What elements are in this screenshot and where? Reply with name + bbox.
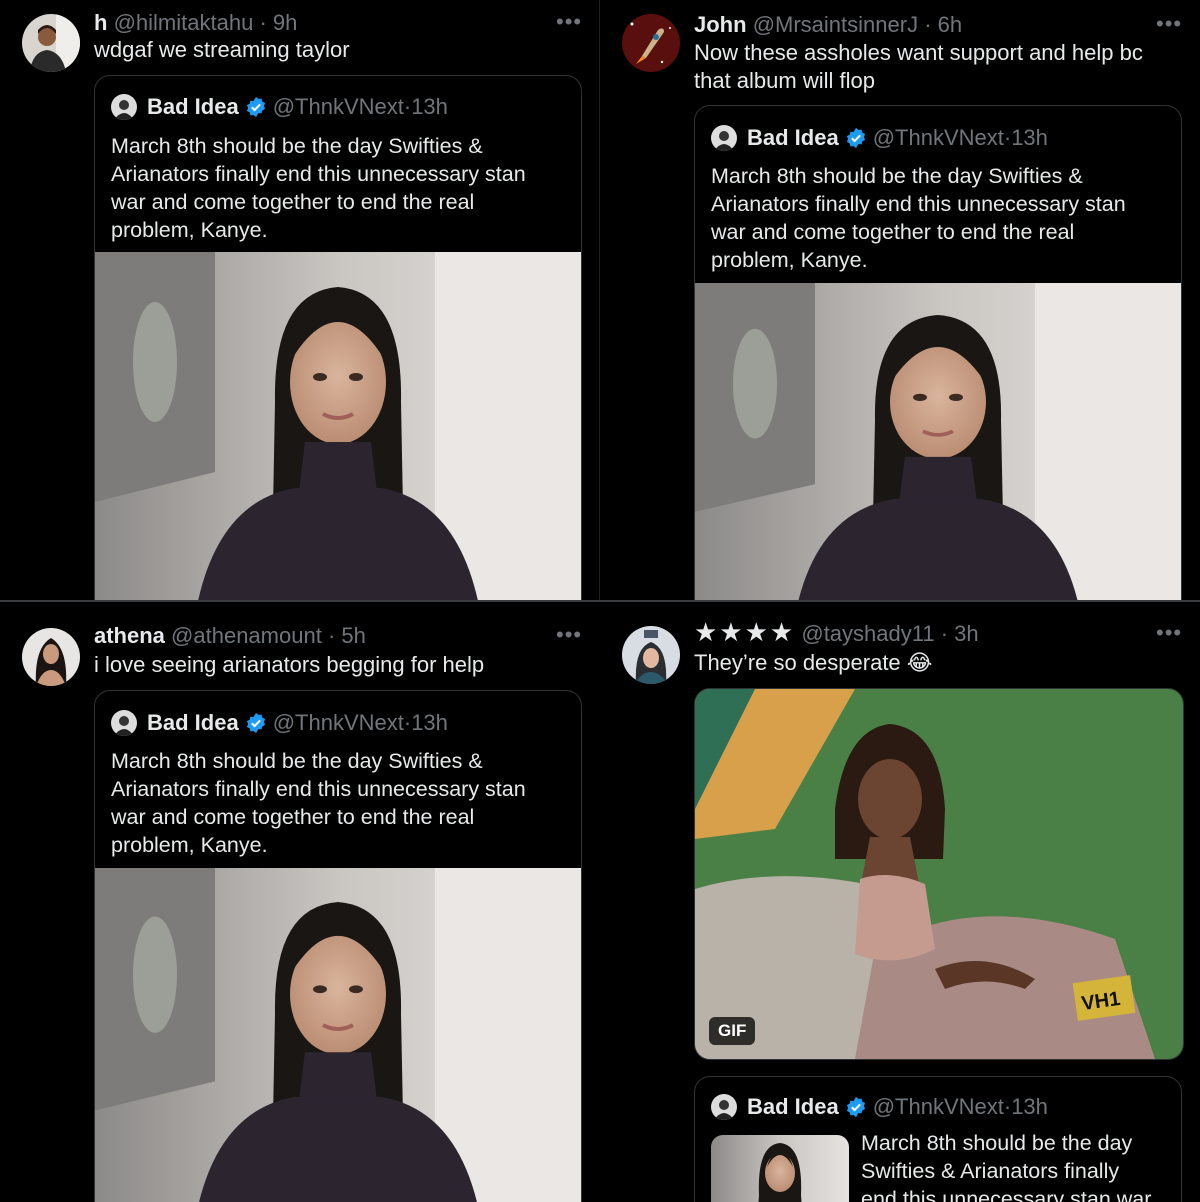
- quoted-display-name[interactable]: Bad Idea: [147, 710, 239, 736]
- more-options-icon[interactable]: •••: [1156, 622, 1182, 644]
- tweet-header: John @MrsaintsinnerJ · 6h: [694, 12, 962, 38]
- tweet-header: athena @athenamount · 5h: [94, 623, 366, 649]
- quoted-user-handle[interactable]: @ThnkVNext: [273, 94, 404, 120]
- quoted-text-line: Swifties & Arianators finally: [861, 1159, 1120, 1183]
- timestamp[interactable]: 9h: [273, 10, 297, 35]
- quoted-user-handle[interactable]: @ThnkVNext: [873, 125, 1004, 151]
- quoted-timestamp[interactable]: 13h: [1011, 125, 1048, 151]
- verified-badge-icon: [246, 96, 265, 118]
- quoted-tweet-header: Bad Idea @ThnkVNext · 13h: [111, 710, 448, 736]
- quoted-avatar-photo-icon: [111, 710, 137, 736]
- tweet-header: h @hilmitaktahu · 9h: [94, 10, 297, 36]
- portrait-thumbnail-icon: [711, 1135, 849, 1202]
- separator-dot: ·: [403, 94, 412, 119]
- display-name[interactable]: h: [94, 10, 107, 35]
- avatar[interactable]: [622, 626, 680, 684]
- display-name[interactable]: athena: [94, 623, 165, 648]
- avatar-photo-icon: [622, 626, 680, 684]
- quoted-tweet-image[interactable]: [95, 252, 581, 600]
- display-name[interactable]: ★★★★: [694, 617, 795, 647]
- separator-dot: ·: [403, 710, 412, 735]
- verified-badge-icon: [846, 127, 865, 149]
- quoted-avatar-photo-icon: [711, 125, 737, 151]
- portrait-photo-icon: [695, 283, 1181, 600]
- quoted-tweet[interactable]: Bad Idea @ThnkVNext · 13h March 8th shou…: [694, 105, 1182, 600]
- verified-badge-icon: [846, 1096, 865, 1118]
- tweet-panel-top-right: John @MrsaintsinnerJ · 6h ••• Now these …: [600, 0, 1200, 600]
- avatar-photo-icon: [22, 628, 80, 686]
- quoted-tweet-text: March 8th should be the day Swifties & A…: [111, 749, 526, 857]
- rocket-avatar-icon: [622, 14, 680, 72]
- tweet-text: They’re so desperate 😂: [694, 650, 933, 675]
- separator-dot: ·: [259, 10, 267, 35]
- separator-dot: ·: [1003, 125, 1012, 150]
- quoted-tweet[interactable]: Bad Idea @ThnkVNext · 13h March 8th shou…: [94, 75, 582, 600]
- tweet-text: i love seeing arianators begging for hel…: [94, 652, 485, 677]
- portrait-photo-icon: [95, 252, 581, 600]
- quoted-avatar[interactable]: [711, 125, 737, 151]
- quoted-avatar[interactable]: [111, 94, 137, 120]
- timestamp[interactable]: 5h: [341, 623, 365, 648]
- tweet-panel-top-left: h @hilmitaktahu · 9h ••• wdgaf we stream…: [0, 0, 600, 600]
- avatar[interactable]: [22, 628, 80, 686]
- quoted-tweet-image[interactable]: [95, 868, 581, 1202]
- panel-divider-vertical: [599, 0, 600, 600]
- timestamp[interactable]: 3h: [954, 621, 978, 646]
- quoted-display-name[interactable]: Bad Idea: [747, 1094, 839, 1120]
- quoted-tweet[interactable]: Bad Idea @ThnkVNext · 13h March 8th shou…: [94, 690, 582, 1202]
- gif-media[interactable]: VH1 GIF: [694, 688, 1184, 1060]
- quoted-avatar-photo-icon: [711, 1094, 737, 1120]
- quoted-text-line: March 8th should be the day: [861, 1131, 1133, 1155]
- gif-badge: GIF: [709, 1017, 756, 1045]
- quoted-thumbnail[interactable]: [711, 1135, 849, 1202]
- avatar-photo-icon: [22, 14, 80, 72]
- quoted-user-handle[interactable]: @ThnkVNext: [873, 1094, 1004, 1120]
- more-options-icon[interactable]: •••: [556, 624, 582, 646]
- quoted-tweet-header: Bad Idea @ThnkVNext · 13h: [111, 94, 448, 120]
- quoted-tweet-text: March 8th should be the day Swifties & A…: [861, 1129, 1171, 1202]
- quoted-tweet-text: March 8th should be the day Swifties & A…: [111, 134, 526, 242]
- avatar[interactable]: [622, 14, 680, 72]
- more-options-icon[interactable]: •••: [1156, 13, 1182, 35]
- separator-dot: ·: [940, 621, 949, 646]
- quoted-display-name[interactable]: Bad Idea: [747, 125, 839, 151]
- portrait-photo-icon: [95, 868, 581, 1202]
- quoted-tweet-text: March 8th should be the day Swifties & A…: [711, 164, 1126, 272]
- more-options-icon[interactable]: •••: [556, 11, 582, 33]
- user-handle[interactable]: @tayshady11: [801, 621, 934, 646]
- tweet-header: ★★★★ @tayshady11 · 3h: [694, 619, 979, 647]
- separator-dot: ·: [1003, 1094, 1012, 1119]
- timestamp[interactable]: 6h: [938, 12, 962, 37]
- quoted-timestamp[interactable]: 13h: [411, 94, 448, 120]
- quoted-timestamp[interactable]: 13h: [1011, 1094, 1048, 1120]
- avatar[interactable]: [22, 14, 80, 72]
- quoted-user-handle[interactable]: @ThnkVNext: [273, 710, 404, 736]
- user-handle[interactable]: @MrsaintsinnerJ: [753, 12, 918, 37]
- quoted-avatar[interactable]: [711, 1094, 737, 1120]
- verified-badge-icon: [246, 712, 265, 734]
- tweet-text: Now these assholes want support and help…: [694, 40, 1143, 93]
- display-name[interactable]: John: [694, 12, 747, 37]
- quoted-display-name[interactable]: Bad Idea: [147, 94, 239, 120]
- tweet-panel-bottom-left: athena @athenamount · 5h ••• i love seei…: [0, 602, 600, 1202]
- quoted-tweet[interactable]: Bad Idea @ThnkVNext · 13h March 8th shou…: [694, 1076, 1182, 1202]
- tweet-text: wdgaf we streaming taylor: [94, 37, 350, 62]
- quoted-tweet-image[interactable]: [695, 283, 1181, 600]
- user-handle[interactable]: @hilmitaktahu: [114, 10, 254, 35]
- quoted-text-line: end this unnecessary stan war: [861, 1187, 1152, 1202]
- vh1-watermark: VH1: [1072, 975, 1136, 1021]
- separator-dot: ·: [327, 623, 336, 648]
- user-handle[interactable]: @athenamount: [171, 623, 322, 648]
- quoted-timestamp[interactable]: 13h: [411, 710, 448, 736]
- tweet-panel-bottom-right: ★★★★ @tayshady11 · 3h ••• They’re so des…: [600, 602, 1200, 1202]
- quoted-tweet-header: Bad Idea @ThnkVNext · 13h: [711, 1094, 1048, 1120]
- gif-scene-icon: VH1: [695, 689, 1183, 1059]
- quoted-avatar-photo-icon: [111, 94, 137, 120]
- quoted-tweet-header: Bad Idea @ThnkVNext · 13h: [711, 125, 1048, 151]
- quoted-avatar[interactable]: [111, 710, 137, 736]
- separator-dot: ·: [924, 12, 932, 37]
